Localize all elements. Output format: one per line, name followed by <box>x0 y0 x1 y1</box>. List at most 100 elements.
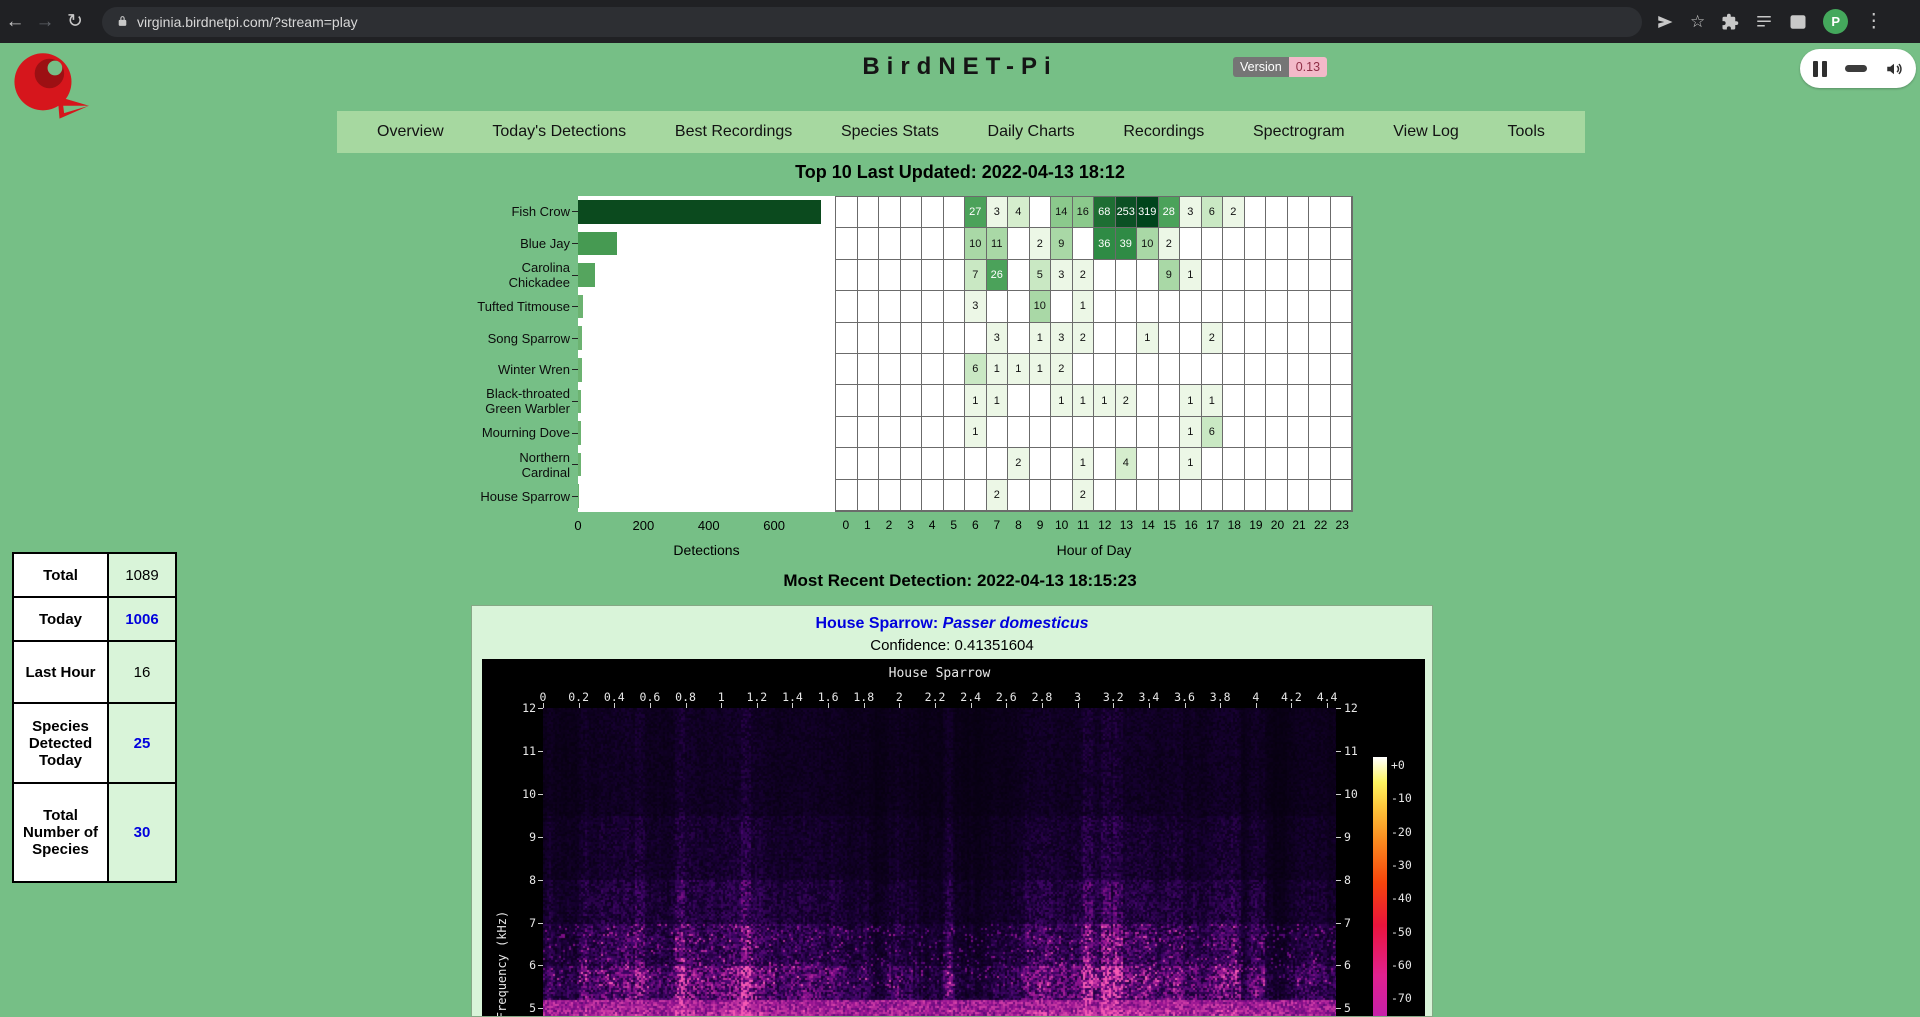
side-panel-icon[interactable] <box>1789 13 1807 31</box>
spectrogram-colorbar <box>1373 757 1387 1017</box>
colorbar-label: -70 <box>1391 991 1412 1005</box>
heatmap-cell <box>836 354 858 385</box>
pause-button[interactable] <box>1813 61 1827 77</box>
heatmap-cell <box>1266 448 1288 479</box>
species-label-mourning-dove: Mourning Dove <box>360 417 570 449</box>
heatmap-cell: 2 <box>1073 480 1095 511</box>
heatmap-cell: 7 <box>965 260 987 291</box>
profile-avatar[interactable]: P <box>1823 9 1848 34</box>
reading-list-icon[interactable] <box>1755 13 1773 31</box>
stats-value[interactable]: 1006 <box>108 597 176 641</box>
bar-fish-crow <box>578 200 821 224</box>
nav-item-today-s-detections[interactable]: Today's Detections <box>492 123 626 141</box>
colorbar-label: -50 <box>1391 925 1412 939</box>
spect-y-label: 5 <box>508 1001 536 1015</box>
heatmap-cell <box>1094 291 1116 322</box>
spect-tick <box>538 751 543 752</box>
extensions-puzzle-icon[interactable] <box>1721 13 1739 31</box>
heatmap-cell <box>1223 291 1245 322</box>
nav-item-overview[interactable]: Overview <box>377 123 444 141</box>
heatmap-cell <box>1245 323 1267 354</box>
spectrogram-image: House Sparrow Frequency (kHz) 00.20.40.6… <box>482 659 1425 1017</box>
volume-icon[interactable] <box>1885 60 1903 78</box>
heatmap-cell <box>965 448 987 479</box>
spect-tick <box>538 923 543 924</box>
top10-heading: Top 10 Last Updated: 2022-04-13 18:12 <box>0 162 1920 183</box>
heatmap-cell: 3 <box>987 323 1009 354</box>
heatmap-cell <box>901 480 923 511</box>
hour-label: 4 <box>929 518 936 532</box>
heatmap-cell <box>1288 385 1310 416</box>
spectrogram-plot <box>543 708 1336 1017</box>
spectrogram-ylabel: Frequency (kHz) <box>495 911 509 1017</box>
spect-tick <box>614 703 615 708</box>
top10-chart: 2734141668253319283621011293639102726532… <box>360 196 1370 596</box>
hour-label: 5 <box>950 518 957 532</box>
heatmap-cell: 3 <box>1180 197 1202 228</box>
heatmap-cell <box>1094 323 1116 354</box>
nav-item-recordings[interactable]: Recordings <box>1123 123 1204 141</box>
nav-item-species-stats[interactable]: Species Stats <box>841 123 939 141</box>
heatmap-cell <box>879 354 901 385</box>
bar-song-sparrow <box>578 326 582 350</box>
nav-item-view-log[interactable]: View Log <box>1393 123 1459 141</box>
kebab-menu-icon[interactable]: ⋮ <box>1864 10 1883 33</box>
nav-item-spectrogram[interactable]: Spectrogram <box>1253 123 1345 141</box>
bar-tufted-titmouse <box>578 295 583 319</box>
spect-x-label: 0.2 <box>568 690 589 704</box>
nav-item-daily-charts[interactable]: Daily Charts <box>988 123 1075 141</box>
heatmap-cell: 1 <box>1008 354 1030 385</box>
heatmap-cell <box>1008 323 1030 354</box>
spect-y-label: 6 <box>508 958 536 972</box>
heatmap-cell <box>1288 480 1310 511</box>
heatmap-cell <box>1309 197 1331 228</box>
nav-item-tools[interactable]: Tools <box>1508 123 1545 141</box>
audio-player[interactable] <box>1800 49 1916 88</box>
hour-label: 13 <box>1120 518 1133 532</box>
heatmap-cell <box>879 417 901 448</box>
heatmap-cell <box>858 323 880 354</box>
heatmap-cell <box>879 448 901 479</box>
heatmap-cell <box>1030 448 1052 479</box>
heatmap-cell <box>1309 291 1331 322</box>
seek-bar[interactable] <box>1845 65 1867 72</box>
nav-item-best-recordings[interactable]: Best Recordings <box>675 123 792 141</box>
spect-y-label: 9 <box>1344 830 1351 844</box>
spect-x-label: 1.2 <box>746 690 767 704</box>
detection-species-link[interactable]: House Sparrow: Passer domesticus <box>472 615 1432 633</box>
spect-x-label: 2.4 <box>960 690 981 704</box>
bar-house-sparrow <box>578 484 579 508</box>
heatmap-cell <box>1180 228 1202 259</box>
hour-label: 11 <box>1077 518 1089 532</box>
heatmap-cell: 4 <box>1008 197 1030 228</box>
bookmark-star-icon[interactable]: ☆ <box>1690 12 1705 32</box>
forward-icon[interactable]: → <box>30 11 60 33</box>
reload-icon[interactable]: ↻ <box>60 10 90 33</box>
heatmap-cell <box>1137 448 1159 479</box>
send-icon[interactable] <box>1656 13 1674 31</box>
stats-label: Last Hour <box>13 641 108 703</box>
detection-common-name[interactable]: House Sparrow: <box>816 615 939 632</box>
detection-scientific-name[interactable]: Passer domesticus <box>943 615 1089 632</box>
heatmap-cell <box>1094 260 1116 291</box>
spect-tick <box>1149 703 1150 708</box>
spect-x-label: 3.4 <box>1138 690 1159 704</box>
stats-value[interactable]: 30 <box>108 783 176 882</box>
stats-value[interactable]: 25 <box>108 703 176 783</box>
back-icon[interactable]: ← <box>0 11 30 33</box>
spect-x-label: 1.6 <box>818 690 839 704</box>
hour-label: 0 <box>842 518 849 532</box>
heatmap-cell <box>879 385 901 416</box>
heatmap-cell: 1 <box>1073 448 1095 479</box>
heatmap-cell <box>879 480 901 511</box>
heatmap-cell: 1 <box>1073 385 1095 416</box>
address-bar[interactable]: virginia.birdnetpi.com/?stream=play <box>102 7 1642 37</box>
spect-tick <box>899 703 900 708</box>
spect-tick <box>650 703 651 708</box>
species-label-carolina-chickadee: Carolina Chickadee <box>360 259 570 291</box>
heatmap-cell <box>922 323 944 354</box>
heatmap-cell: 3 <box>1051 260 1073 291</box>
stats-label: Species Detected Today <box>13 703 108 783</box>
heatmap-cell <box>1159 354 1181 385</box>
heatmap-cell: 2 <box>1116 385 1138 416</box>
